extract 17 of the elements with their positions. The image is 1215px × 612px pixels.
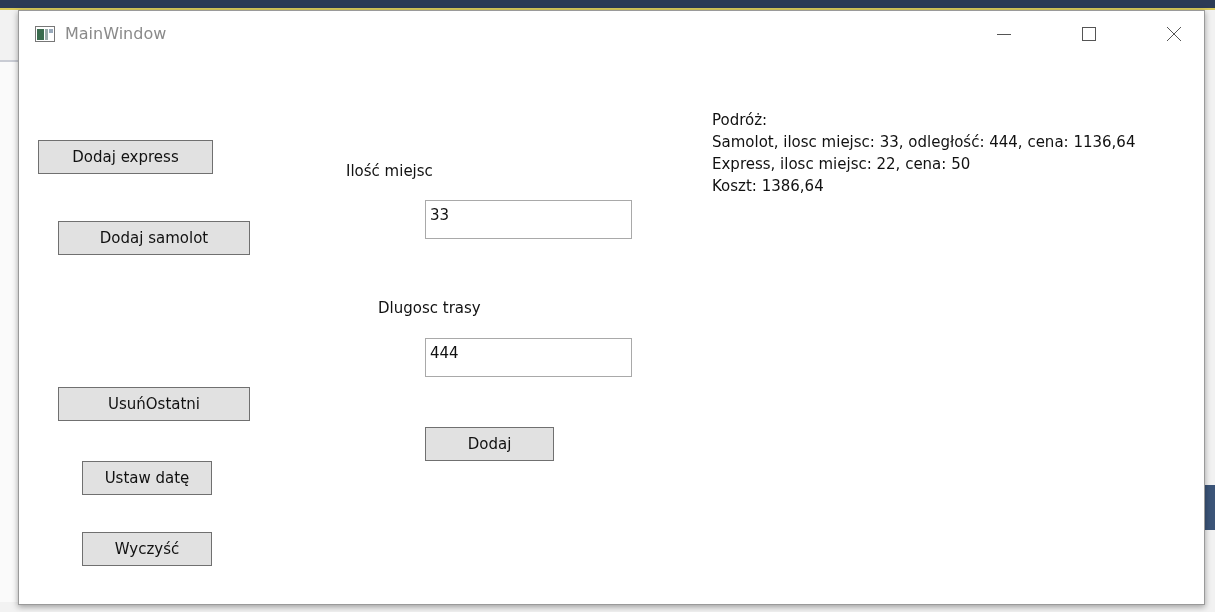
- field-label: Ilość miejsc: [346, 161, 433, 181]
- input-field[interactable]: 444: [425, 338, 632, 377]
- app-icon: [35, 25, 55, 42]
- field-label: Dlugosc trasy: [378, 298, 481, 318]
- action-button[interactable]: UsuńOstatni: [58, 387, 250, 421]
- input-field[interactable]: 33: [425, 200, 632, 239]
- summary-text: Express, ilosc miejsc: 22, cena: 50: [712, 154, 971, 175]
- action-button[interactable]: Dodaj express: [38, 140, 213, 174]
- summary-text: Koszt: 1386,64: [712, 176, 824, 197]
- summary-text: Samolot, ilosc miejsc: 33, odległość: 444, cena: 1136,64: [712, 132, 1136, 153]
- add-button[interactable]: Dodaj: [425, 427, 554, 461]
- action-button[interactable]: Wyczyść: [82, 532, 212, 566]
- window-title: MainWindow: [65, 24, 167, 43]
- action-button[interactable]: Ustaw datę: [82, 461, 212, 495]
- action-button[interactable]: Dodaj samolot: [58, 221, 250, 255]
- summary-text: Podróż:: [712, 110, 768, 131]
- background-panel: [1205, 485, 1215, 530]
